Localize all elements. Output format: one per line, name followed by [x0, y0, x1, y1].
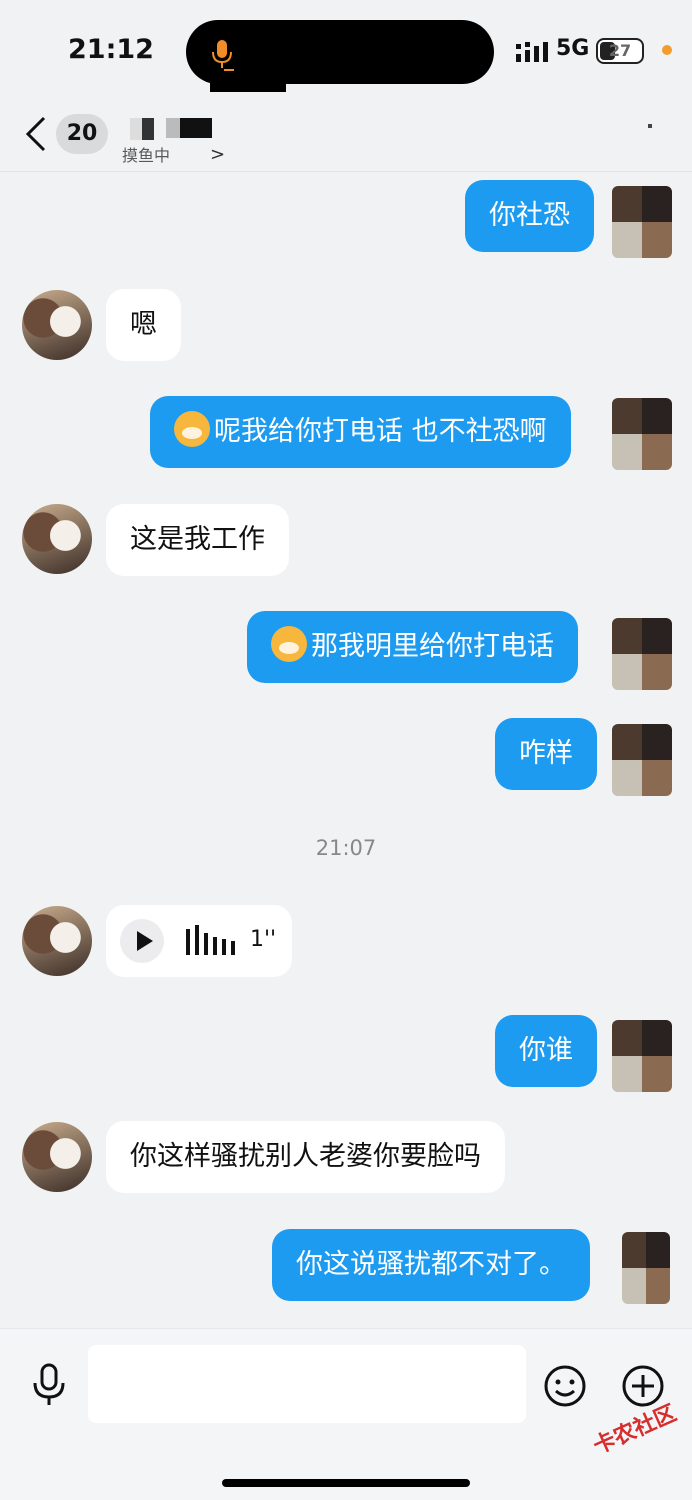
contact-avatar[interactable]: [22, 906, 92, 976]
cat-face-icon: [271, 626, 307, 662]
message-text: 这是我工作: [130, 524, 265, 555]
my-avatar[interactable]: [612, 724, 672, 796]
message-bubble-in[interactable]: 这是我工作: [106, 504, 289, 576]
redacted-name-block: [130, 118, 154, 140]
message-bubble-out[interactable]: 呢我给你打电话 也不社恐啊: [150, 396, 571, 468]
chevron-right-icon[interactable]: >: [210, 144, 225, 165]
contact-avatar[interactable]: [22, 504, 92, 574]
message-bubble-in[interactable]: 你这样骚扰别人老婆你要脸吗: [106, 1121, 505, 1193]
cat-face-icon: [174, 411, 210, 447]
contact-avatar[interactable]: [22, 290, 92, 360]
input-bar: [0, 1328, 692, 1500]
contact-avatar[interactable]: [22, 1122, 92, 1192]
redacted-name-block: [166, 118, 212, 138]
message-bubble-out[interactable]: 咋样: [495, 718, 597, 790]
voice-message[interactable]: 1'': [106, 905, 292, 977]
my-avatar[interactable]: [612, 1020, 672, 1092]
battery-level: 27: [608, 41, 632, 60]
unread-count-badge[interactable]: 20: [56, 114, 108, 154]
microphone-icon[interactable]: [30, 1363, 68, 1407]
microphone-in-use-icon: [212, 40, 234, 71]
home-indicator: [222, 1479, 470, 1487]
message-text: 咋样: [519, 738, 573, 769]
voice-duration: 1'': [250, 927, 277, 952]
battery-icon: 27: [596, 38, 644, 64]
status-time: 21:12: [68, 34, 154, 65]
waveform-icon: [186, 925, 235, 955]
message-bubble-out[interactable]: 那我明里给你打电话: [247, 611, 578, 683]
message-text: 呢我给你打电话 也不社恐啊: [214, 416, 547, 447]
network-type: 5G: [556, 36, 590, 61]
my-avatar[interactable]: [622, 1232, 670, 1304]
chat-header: 20: [0, 100, 692, 172]
privacy-dot: [662, 45, 672, 55]
message-bubble-out[interactable]: 你这说骚扰都不对了。: [272, 1229, 590, 1301]
message-bubble-out[interactable]: 你谁: [495, 1015, 597, 1087]
message-text: 嗯: [130, 309, 157, 340]
message-text: 你这说骚扰都不对了。: [296, 1249, 566, 1280]
message-text: 你这样骚扰别人老婆你要脸吗: [130, 1141, 481, 1172]
message-bubble-in[interactable]: 嗯: [106, 289, 181, 361]
chat-timestamp: 21:07: [315, 836, 377, 860]
my-avatar[interactable]: [612, 618, 672, 690]
signal-icon: [516, 42, 548, 62]
message-text: 你谁: [519, 1035, 573, 1066]
status-bar: 21:12 5G 27: [0, 0, 692, 100]
back-chevron-icon[interactable]: [22, 114, 52, 154]
message-input[interactable]: [88, 1345, 526, 1423]
more-icon[interactable]: [648, 124, 652, 128]
contact-status[interactable]: 摸鱼中: [122, 142, 170, 166]
redaction-block: [210, 70, 286, 92]
message-text: 你社恐: [489, 200, 570, 231]
emoji-smile-icon[interactable]: [544, 1365, 586, 1407]
play-icon[interactable]: [120, 919, 164, 963]
my-avatar[interactable]: [612, 398, 672, 470]
message-text: 那我明里给你打电话: [311, 631, 554, 662]
message-bubble-out[interactable]: 你社恐: [465, 180, 594, 252]
my-avatar[interactable]: [612, 186, 672, 258]
